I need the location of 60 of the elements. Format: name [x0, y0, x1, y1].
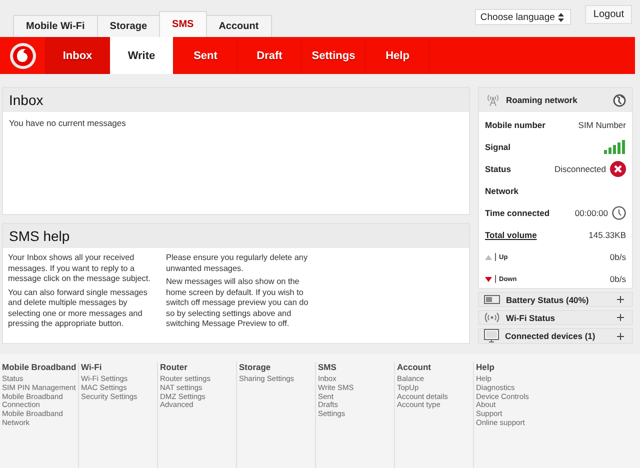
collapsed-panel[interactable]: Wi-Fi Status: [478, 310, 633, 325]
footer-heading: Help: [476, 362, 496, 372]
error-icon: [610, 161, 626, 177]
up-arrow-icon: [485, 254, 492, 260]
panel-title: SMS help: [3, 224, 469, 248]
top-tab[interactable]: Storage: [96, 15, 160, 37]
row-value: 00:00:00: [574, 208, 608, 218]
clock-icon: [612, 206, 626, 220]
top-tab[interactable]: SMS: [159, 11, 207, 37]
empty-message: You have no current messages: [9, 118, 126, 128]
nav-tab[interactable]: Inbox: [46, 37, 110, 74]
help-paragraph: You can also forward single messages and delete multiple messages by selecting one or more messages and pressing the appropriate button.: [8, 288, 148, 330]
row-value: SIM Number: [578, 120, 626, 130]
nav-tab[interactable]: Help: [366, 37, 430, 74]
nav-tab[interactable]: Settings: [302, 37, 366, 74]
footer-heading: Router: [160, 362, 188, 372]
logout-button[interactable]: Logout: [585, 5, 632, 24]
row-value: 0b/s: [610, 252, 626, 262]
panel-title: Inbox: [3, 88, 469, 112]
help-paragraph: Your Inbox shows all your received messages. If you want to reply to a message click on the message subject.: [8, 253, 152, 285]
footer-heading: Mobile Broadband: [2, 362, 78, 372]
footer-heading: SMS: [318, 362, 338, 372]
down-arrow-icon: [485, 276, 492, 282]
globe-icon: [613, 94, 626, 106]
antenna-icon: [485, 93, 501, 107]
row-label: Mobile number: [485, 120, 546, 130]
help-paragraph: New messages will also show on the home screen by default. If you wish to switch off message preview you can do so by selecting settings above and switching Message Preview to off.: [166, 277, 310, 330]
nav-tab[interactable]: Sent: [174, 37, 238, 74]
top-tab[interactable]: Account: [206, 15, 272, 37]
row-value: 0b/s: [610, 274, 626, 284]
nav-tab[interactable]: Draft: [238, 37, 302, 74]
collapsed-panel[interactable]: Connected devices (1): [478, 328, 633, 344]
panel-title: Roaming network: [506, 95, 578, 105]
row-label: Signal: [485, 142, 511, 152]
footer-heading: Storage: [239, 362, 272, 372]
help-paragraph: Please ensure you regularly delete any unwanted messages.: [166, 253, 309, 274]
logo-icon: [8, 42, 36, 70]
signal-icon: [604, 140, 626, 154]
battery-icon: [484, 295, 500, 304]
wifi-icon: [484, 312, 500, 323]
top-tab[interactable]: Mobile Wi-Fi: [13, 15, 98, 37]
footer-heading: Account: [397, 362, 432, 372]
footer-heading: Wi-Fi: [81, 362, 103, 372]
expand-icon: [617, 314, 624, 321]
row-label: Time connected: [485, 208, 550, 218]
row-value: Disconnected: [554, 164, 606, 174]
panel-title: Wi-Fi Status: [506, 312, 556, 322]
up-down-arrows-icon: [558, 12, 564, 22]
nav-tab[interactable]: Write: [110, 37, 174, 74]
row-label: Network: [485, 186, 519, 196]
row-value: 145.33KB: [588, 230, 626, 240]
monitor-icon: [484, 329, 499, 343]
panel-title: Connected devices (1): [505, 331, 596, 341]
total-volume-link[interactable]: Total volume: [485, 230, 537, 240]
panel-title: Battery Status (40%): [506, 294, 589, 304]
collapsed-panel[interactable]: Battery Status (40%): [478, 292, 633, 307]
row-label: Status: [485, 164, 511, 174]
language-select[interactable]: Choose language: [475, 9, 572, 25]
expand-icon: [617, 296, 624, 303]
expand-icon: [617, 332, 624, 340]
